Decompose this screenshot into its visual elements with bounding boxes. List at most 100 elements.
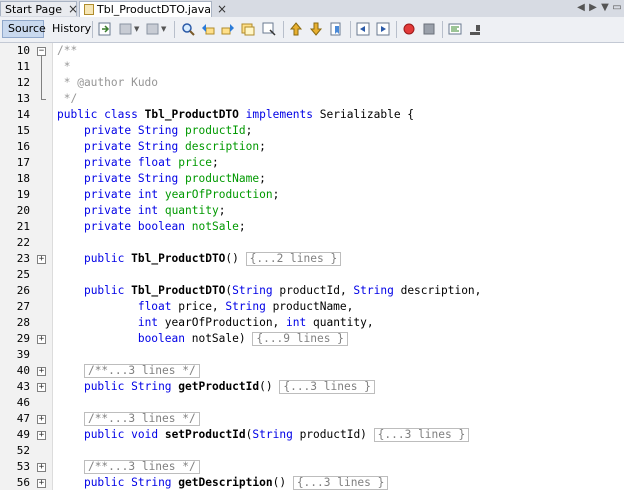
toolbar-separator bbox=[396, 21, 397, 38]
code-line: int yearOfProduction, int quantity, bbox=[137, 316, 374, 329]
expand-fold-icon[interactable]: + bbox=[37, 415, 46, 424]
expand-fold-icon[interactable]: + bbox=[37, 479, 46, 488]
close-icon[interactable]: × bbox=[217, 2, 227, 17]
code-line: /**...3 lines */ bbox=[57, 363, 200, 379]
editor-toolbar: Source History ▼ ▼ bbox=[0, 17, 624, 43]
line-number: 12 bbox=[16, 76, 30, 89]
expand-fold-icon[interactable]: + bbox=[37, 367, 46, 376]
close-icon[interactable]: × bbox=[68, 2, 78, 17]
code-line: float price, String productName, bbox=[137, 300, 354, 313]
line-number: 22 bbox=[16, 236, 30, 249]
comment-icon[interactable] bbox=[448, 22, 462, 36]
collapsed-code-block[interactable]: {...3 lines } bbox=[373, 428, 470, 442]
uncomment-icon[interactable] bbox=[468, 22, 482, 36]
collapsed-comment[interactable]: /**...3 lines */ bbox=[83, 364, 200, 378]
line-number: 56 bbox=[16, 476, 30, 489]
code-line: * bbox=[57, 60, 71, 73]
toggle-bookmark-icon[interactable] bbox=[329, 22, 343, 36]
line-number: 49 bbox=[16, 428, 30, 441]
line-number: 52 bbox=[16, 444, 30, 457]
back-icon[interactable] bbox=[119, 22, 133, 36]
line-number: 43 bbox=[16, 380, 30, 393]
expand-fold-icon[interactable]: + bbox=[37, 463, 46, 472]
scroll-tabs-left-icon[interactable]: ◀ bbox=[576, 2, 586, 13]
code-line: boolean notSale) {...9 lines } bbox=[57, 331, 348, 347]
find-next-icon[interactable] bbox=[221, 22, 235, 36]
find-selection-icon[interactable] bbox=[262, 22, 276, 36]
tab-start-page[interactable]: Start Page × bbox=[0, 1, 78, 17]
scroll-tabs-right-icon[interactable]: ▶ bbox=[588, 2, 598, 13]
start-macro-icon[interactable] bbox=[402, 22, 416, 36]
line-number: 19 bbox=[16, 188, 30, 201]
line-number: 13 bbox=[16, 92, 30, 105]
code-line: public void setProductId(String productI… bbox=[57, 427, 470, 443]
shift-right-icon[interactable] bbox=[376, 22, 390, 36]
show-opened-documents-icon[interactable]: ▼ bbox=[600, 2, 610, 13]
chevron-down-icon[interactable]: ▼ bbox=[134, 25, 139, 33]
toolbar-separator bbox=[283, 21, 284, 38]
editor-tab-bar: Start Page × Tbl_ProductDTO.java × ◀ ▶ ▼ ▭ bbox=[0, 0, 624, 18]
find-previous-icon[interactable] bbox=[201, 22, 215, 36]
code-line: private int quantity; bbox=[83, 204, 226, 217]
line-number: 28 bbox=[16, 316, 30, 329]
line-number: 21 bbox=[16, 220, 30, 233]
code-line: /** bbox=[57, 44, 78, 57]
line-number: 23 bbox=[16, 252, 30, 265]
line-number: 16 bbox=[16, 140, 30, 153]
code-line: private String productName; bbox=[83, 172, 266, 185]
toolbar-separator bbox=[92, 21, 93, 38]
expand-fold-icon[interactable]: + bbox=[37, 431, 46, 440]
collapsed-code-block[interactable]: {...3 lines } bbox=[292, 476, 389, 490]
line-number: 47 bbox=[16, 412, 30, 425]
code-line: private String productId; bbox=[83, 124, 253, 137]
tab-tbl-productdto[interactable]: Tbl_ProductDTO.java × bbox=[79, 1, 227, 18]
chevron-down-icon[interactable]: ▼ bbox=[161, 25, 166, 33]
collapsed-code-block[interactable]: {...9 lines } bbox=[252, 332, 348, 346]
history-button[interactable]: History bbox=[47, 20, 91, 38]
stop-macro-icon[interactable] bbox=[422, 22, 436, 36]
line-number: 46 bbox=[16, 396, 30, 409]
line-number: 15 bbox=[16, 124, 30, 137]
expand-fold-icon[interactable]: + bbox=[37, 255, 46, 264]
line-number: 10 bbox=[16, 44, 30, 57]
code-line: /**...3 lines */ bbox=[57, 459, 200, 475]
tab-label: Tbl_ProductDTO.java bbox=[97, 3, 211, 16]
toggle-highlight-icon[interactable] bbox=[241, 22, 255, 36]
find-icon[interactable] bbox=[181, 22, 195, 36]
toolbar-separator bbox=[174, 21, 175, 38]
forward-icon[interactable] bbox=[146, 22, 160, 36]
collapsed-comment[interactable]: /**...3 lines */ bbox=[83, 412, 200, 426]
maximize-window-icon[interactable]: ▭ bbox=[612, 2, 622, 13]
java-file-icon bbox=[84, 4, 94, 15]
fold-guide-line bbox=[41, 55, 42, 99]
code-line: private String description; bbox=[83, 140, 266, 153]
code-line: public Tbl_ProductDTO() {...2 lines } bbox=[57, 251, 342, 267]
collapsed-code-block[interactable]: {...2 lines } bbox=[245, 252, 342, 266]
next-bookmark-icon[interactable] bbox=[309, 22, 323, 36]
expand-fold-icon[interactable]: + bbox=[37, 335, 46, 344]
code-line: private int yearOfProduction; bbox=[83, 188, 280, 201]
code-line: public Tbl_ProductDTO(String productId, … bbox=[83, 284, 482, 297]
line-number: 20 bbox=[16, 204, 30, 217]
shift-left-icon[interactable] bbox=[356, 22, 370, 36]
fold-guide-line bbox=[41, 99, 46, 100]
toolbar-separator bbox=[350, 21, 351, 38]
collapsed-code-block[interactable]: {...3 lines } bbox=[279, 380, 375, 394]
collapsed-comment[interactable]: /**...3 lines */ bbox=[83, 460, 200, 474]
line-number: 39 bbox=[16, 348, 30, 361]
line-number: 53 bbox=[16, 460, 30, 473]
last-edit-icon[interactable] bbox=[98, 22, 112, 36]
code-line: public String getProductId() {...3 lines… bbox=[57, 379, 375, 395]
expand-fold-icon[interactable]: + bbox=[37, 383, 46, 392]
collapse-fold-icon[interactable]: − bbox=[37, 47, 46, 56]
tab-label: Start Page bbox=[5, 3, 62, 16]
source-button[interactable]: Source bbox=[2, 20, 46, 38]
code-line: private float price; bbox=[83, 156, 219, 169]
line-number: 26 bbox=[16, 284, 30, 297]
line-number: 11 bbox=[16, 60, 30, 73]
line-number: 27 bbox=[16, 300, 30, 313]
code-line: */ bbox=[57, 92, 78, 105]
line-number: 40 bbox=[16, 364, 30, 377]
line-number: 25 bbox=[16, 268, 30, 281]
previous-bookmark-icon[interactable] bbox=[289, 22, 303, 36]
